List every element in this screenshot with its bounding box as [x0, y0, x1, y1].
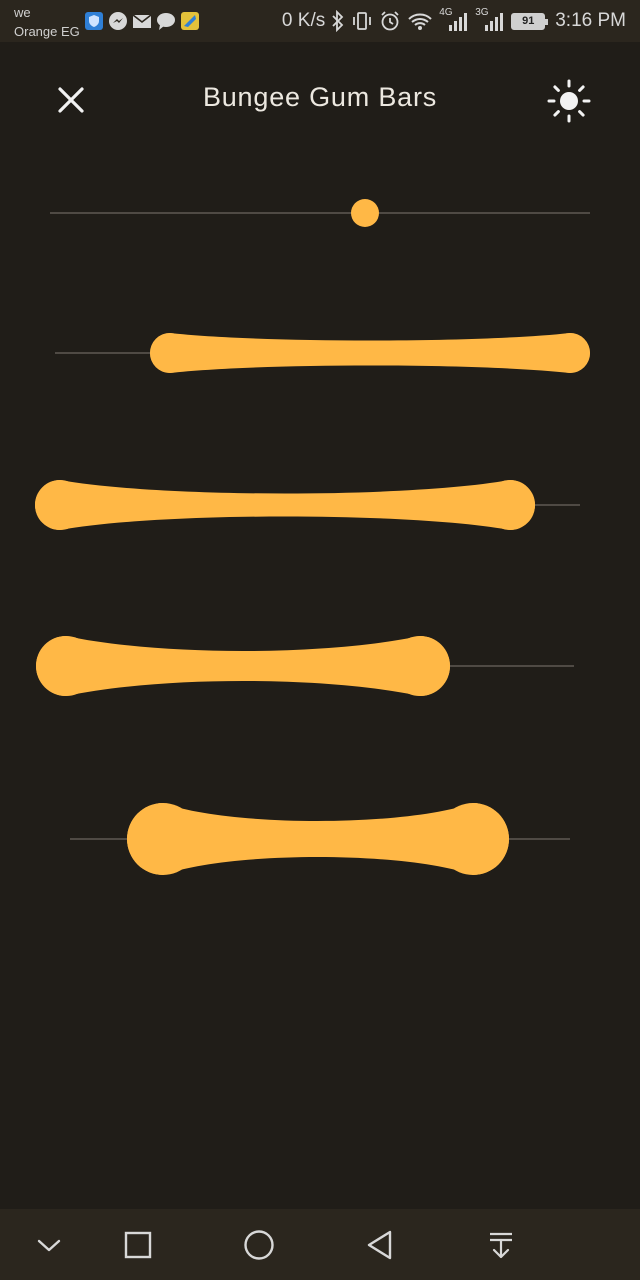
slider-thumb-start[interactable] — [127, 803, 199, 875]
slider-thumb[interactable] — [351, 199, 379, 227]
slider-thumb-start[interactable] — [36, 636, 96, 696]
vibrate-icon — [353, 12, 372, 30]
chat-icon — [156, 11, 176, 31]
status-indicators: 0 K/s 4G 3G 91 3:16 PM — [281, 7, 626, 34]
slider-thumb-end[interactable] — [550, 333, 590, 373]
bungee-band — [150, 333, 590, 373]
sun-icon — [547, 79, 591, 123]
notification-icons — [84, 11, 200, 31]
carrier-name-1: we — [14, 5, 31, 20]
hide-nav-button[interactable] — [30, 1226, 68, 1264]
slider-thumb-end[interactable] — [390, 636, 450, 696]
slider-thumb-start[interactable] — [150, 333, 190, 373]
bungee-slider-1[interactable] — [0, 180, 640, 246]
slider-thumb-end[interactable] — [437, 803, 509, 875]
signal-4g: 4G — [439, 7, 469, 32]
shield-icon — [84, 11, 104, 31]
app-bar: Bungee Gum Bars — [0, 42, 640, 158]
home-button[interactable] — [240, 1226, 278, 1264]
chevron-down-icon — [37, 1239, 61, 1252]
slider-thumb-end[interactable] — [485, 480, 535, 530]
back-button[interactable] — [361, 1226, 399, 1264]
network-speed: 0 K/s — [281, 10, 326, 31]
bungee-band — [35, 480, 535, 530]
bungee-slider-4[interactable] — [0, 626, 640, 706]
signal-bars-icon — [485, 13, 504, 31]
app-icon — [180, 11, 200, 31]
carrier-name-2: Orange EG — [14, 24, 80, 39]
bungee-band — [36, 636, 450, 696]
recents-button[interactable] — [119, 1226, 157, 1264]
wifi-icon — [408, 13, 432, 30]
bungee-slider-3[interactable] — [0, 470, 640, 540]
bungee-slider-5[interactable] — [0, 794, 640, 884]
home-circle-icon — [244, 1230, 274, 1260]
slider-thumb-start[interactable] — [35, 480, 85, 530]
battery-icon: 91 — [511, 12, 549, 30]
back-triangle-icon — [367, 1230, 392, 1260]
messenger-icon — [108, 11, 128, 31]
clock: 3:16 PM — [555, 10, 626, 31]
theme-toggle-button[interactable] — [546, 78, 592, 124]
signal-3g: 3G — [475, 7, 505, 32]
bungee-slider-2[interactable] — [0, 320, 640, 386]
page-title: Bungee Gum Bars — [202, 82, 438, 112]
alarm-icon — [381, 11, 399, 31]
signal-bars-icon — [449, 13, 468, 31]
bluetooth-icon — [332, 10, 344, 32]
recents-square-icon — [124, 1231, 152, 1259]
system-nav-bar — [0, 1209, 640, 1280]
notification-pull-button[interactable] — [482, 1226, 520, 1264]
notification-pull-icon — [490, 1232, 512, 1259]
mail-icon — [132, 11, 152, 31]
status-bar: we Orange EG 0 K/s 4G 3G 91 3:16 PM — [0, 0, 640, 42]
